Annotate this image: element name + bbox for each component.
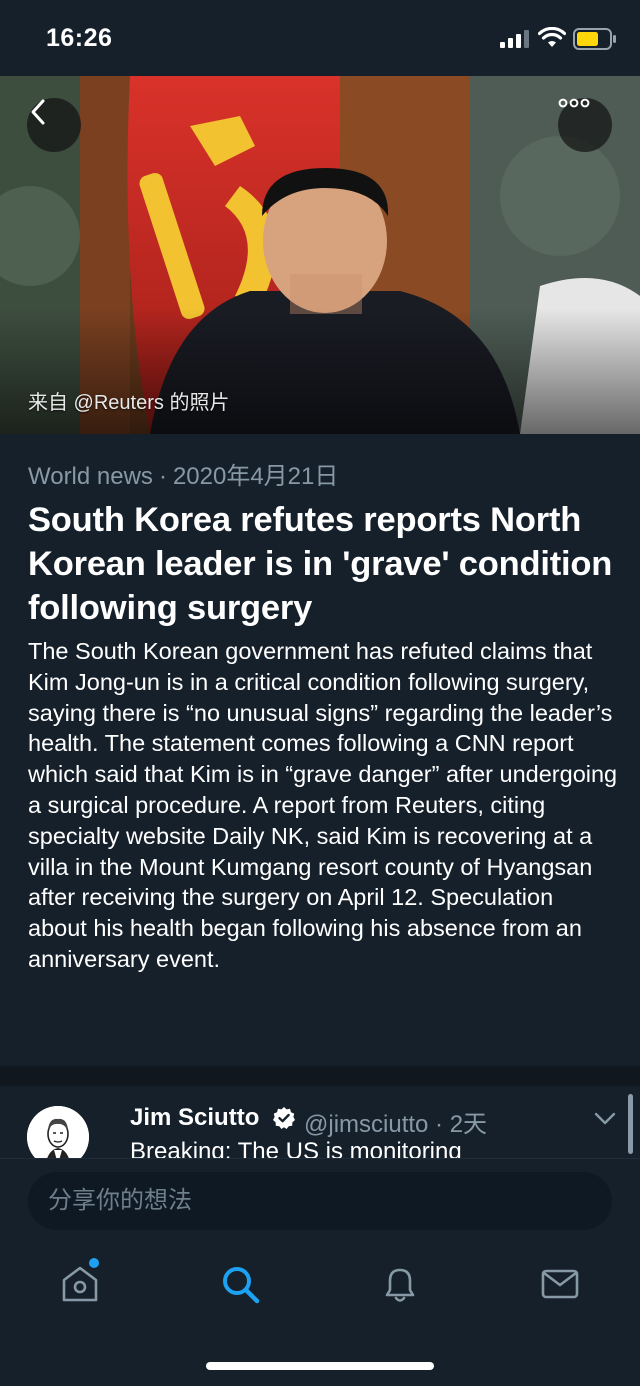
messages-icon[interactable] <box>538 1262 582 1306</box>
news-photo <box>0 76 640 434</box>
tweet-author-name[interactable]: Jim Sciutto <box>130 1104 259 1132</box>
article-card: World news · 2020年4月21日 South Korea refute… <box>0 434 640 1066</box>
hero-image: 来自 @Reuters 的照片 <box>0 76 640 434</box>
article-summary: The South Korean government has refuted … <box>28 638 618 972</box>
section-divider <box>0 1066 640 1086</box>
status-time: 16:26 <box>46 24 113 52</box>
photo-credit: 来自 @Reuters 的照片 <box>28 392 230 414</box>
new-content-dot <box>89 1258 99 1268</box>
more-horizontal-icon <box>558 98 590 108</box>
tweet-item[interactable]: Jim Sciutto @jimsciutto · 2天 Breaking: T… <box>0 1086 640 1158</box>
meta-separator: · <box>158 463 167 490</box>
article-category: World news <box>28 463 153 490</box>
battery-icon <box>573 28 616 50</box>
article-meta: World news · 2020年4月21日 <box>28 456 338 491</box>
wifi-icon <box>538 27 566 47</box>
tweet-text: Breaking: The US is monitoring <box>130 1138 462 1158</box>
article-headline[interactable]: South Korea refutes reports North Korean… <box>28 498 618 630</box>
home-icon[interactable] <box>58 1262 102 1306</box>
status-bar: 16:26 <box>0 0 640 76</box>
reply-composer-input[interactable]: 分享你的想法 <box>28 1172 612 1230</box>
back-arrow-icon <box>31 99 45 125</box>
notifications-icon[interactable] <box>378 1262 422 1306</box>
back-button[interactable] <box>27 98 81 152</box>
avatar[interactable] <box>27 1106 89 1158</box>
chevron-down-icon[interactable] <box>594 1112 616 1126</box>
search-icon[interactable] <box>218 1262 262 1306</box>
more-options-button[interactable] <box>558 98 612 152</box>
verified-badge-icon <box>273 1107 295 1129</box>
article-date: 2020年4月21日 <box>172 463 339 490</box>
avatar-illustration <box>27 1106 89 1158</box>
tweet-handle-time: @jimsciutto · 2天 <box>304 1111 488 1138</box>
scrollbar[interactable] <box>628 1094 633 1154</box>
cellular-signal-icon <box>500 30 529 48</box>
home-indicator[interactable] <box>206 1362 434 1370</box>
